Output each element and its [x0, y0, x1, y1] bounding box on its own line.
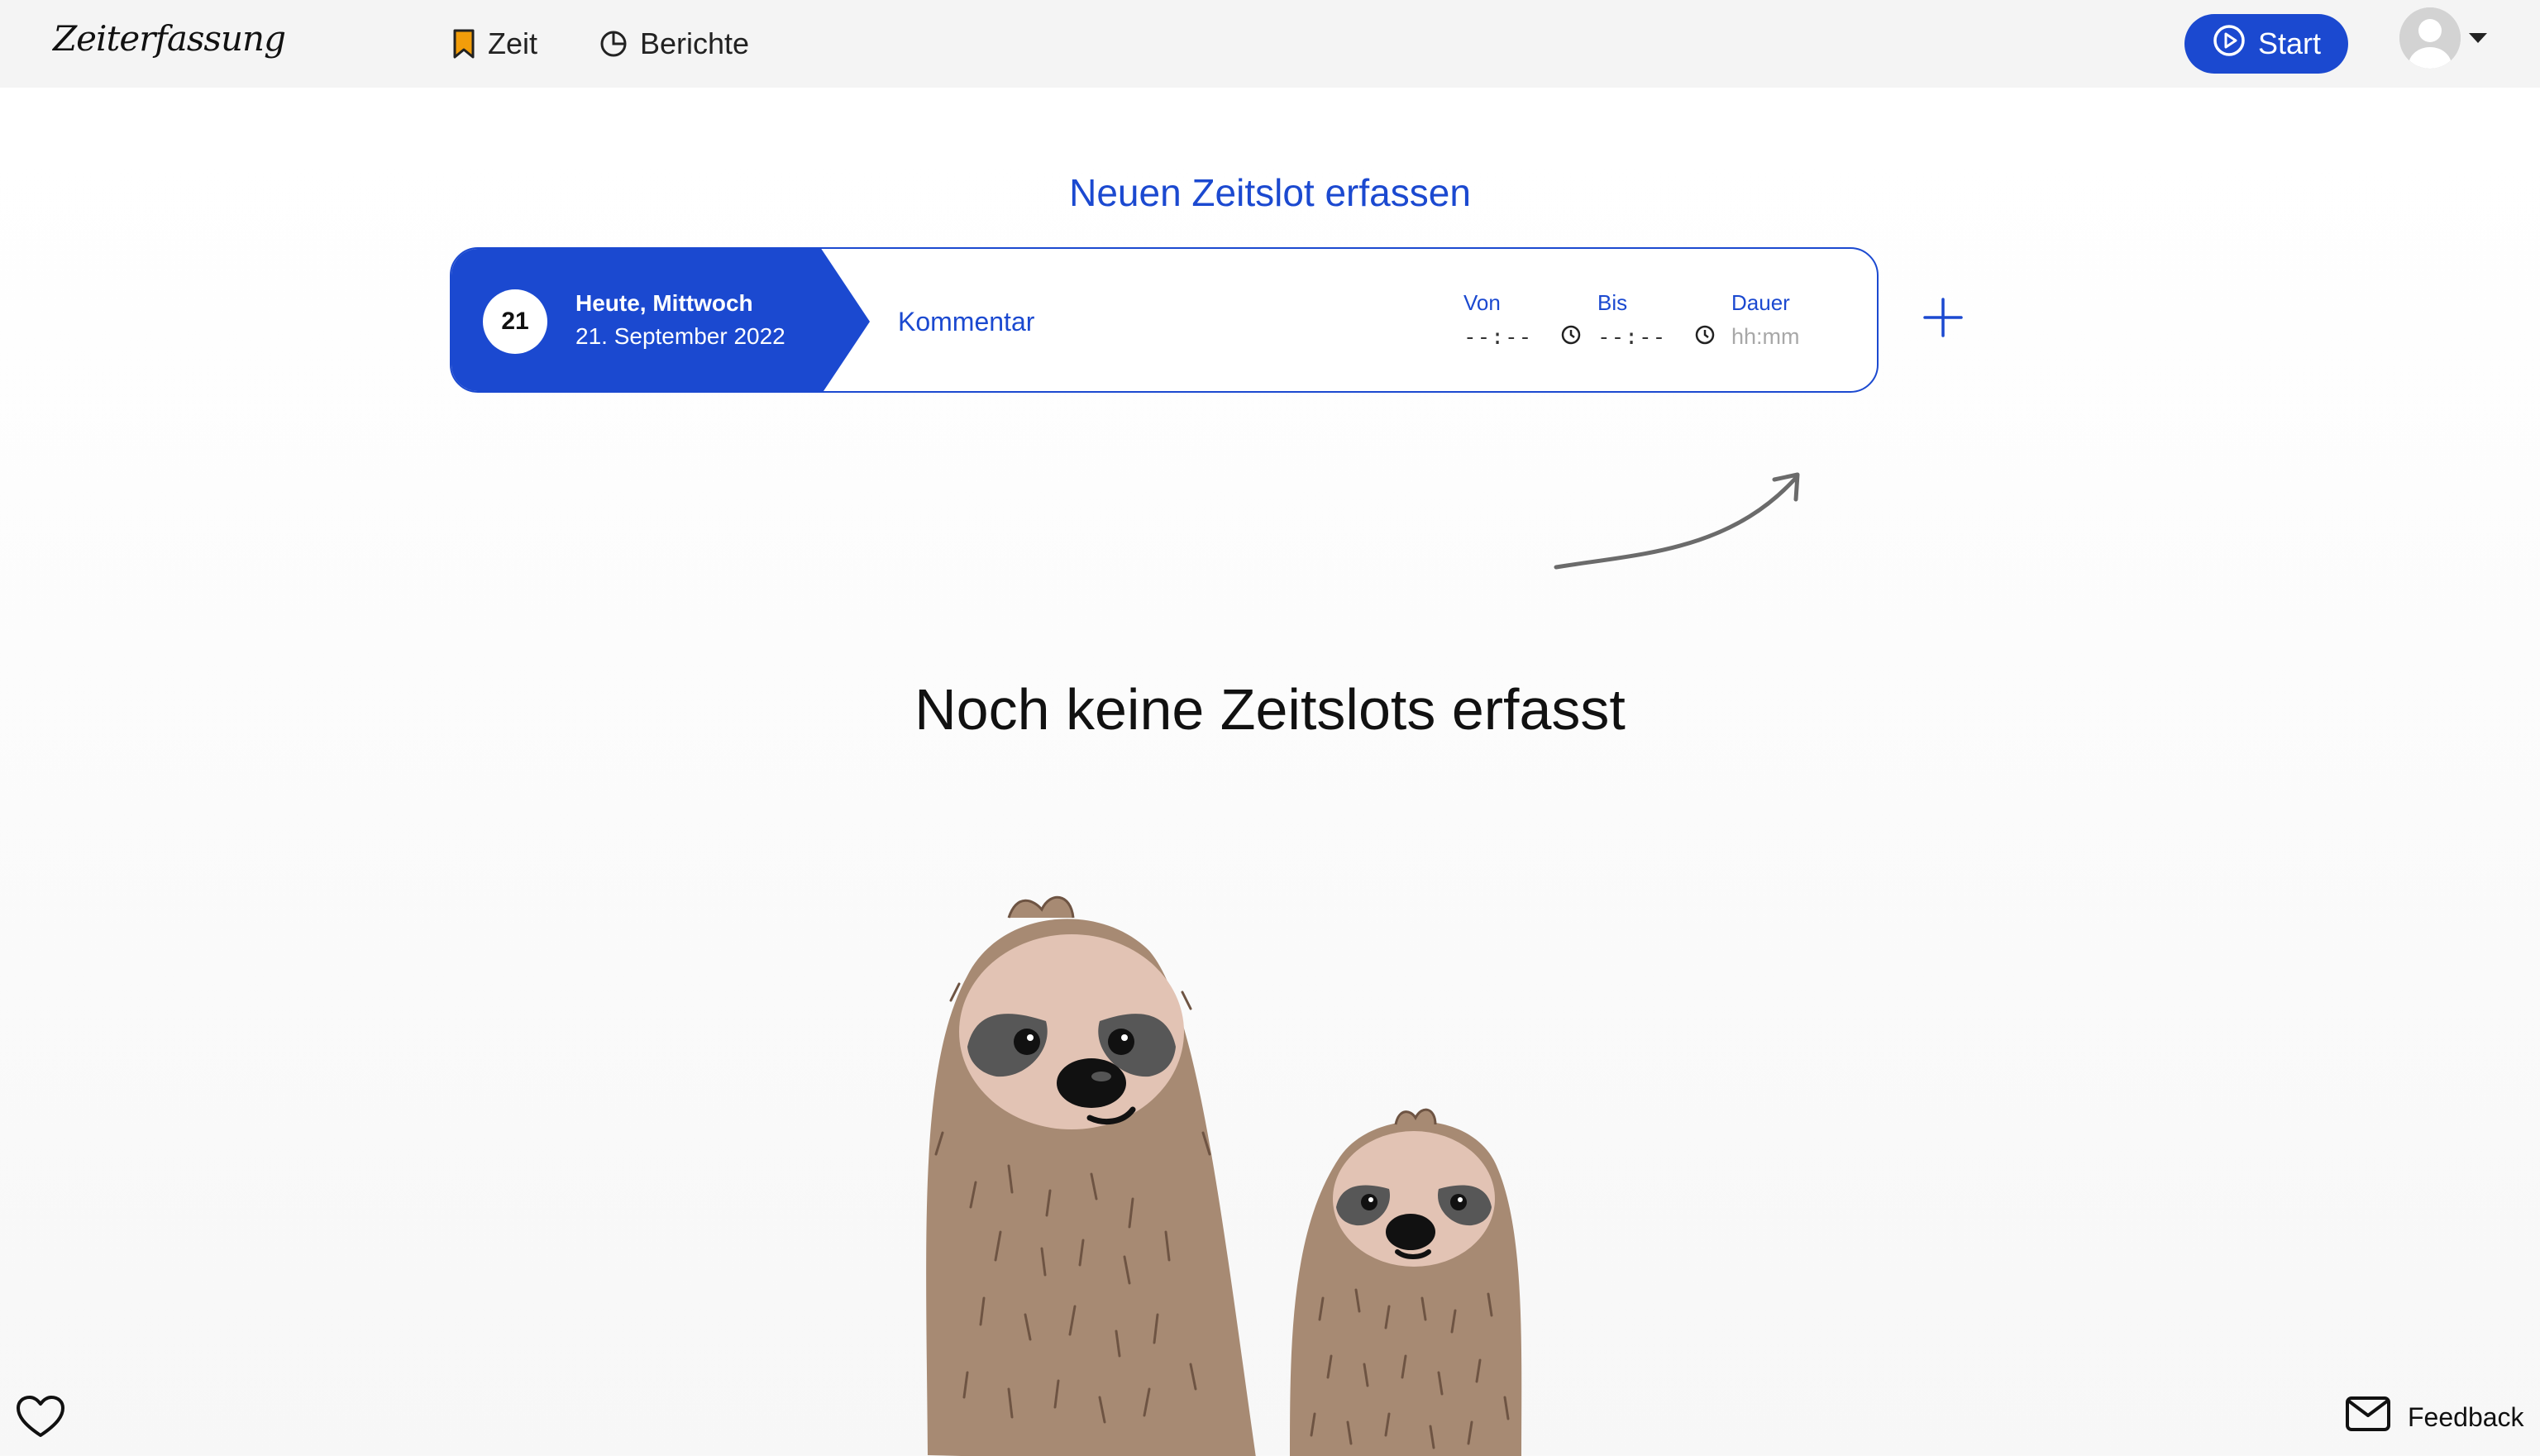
- duration-field[interactable]: Dauer: [1731, 290, 1831, 350]
- chevron-down-icon: [2469, 33, 2487, 43]
- add-timeslot-button[interactable]: [1922, 296, 1965, 339]
- from-time-value[interactable]: --:--: [1463, 325, 1532, 350]
- user-menu[interactable]: [2399, 7, 2487, 69]
- nav-item-zeit[interactable]: Zeit: [451, 23, 537, 64]
- duration-input[interactable]: [1731, 324, 1831, 350]
- sloth-illustration: [910, 885, 1571, 1456]
- nav-label: Zeit: [488, 26, 538, 60]
- start-label: Start: [2257, 26, 2322, 60]
- heart-icon[interactable]: [15, 1394, 66, 1444]
- top-navbar: Zeiterfassung Zeit Berichte Start: [0, 0, 2540, 88]
- from-time-field[interactable]: Von --:--: [1463, 290, 1582, 350]
- empty-state-title: Noch keine Zeitslots erfasst: [914, 677, 1626, 742]
- day-label: Heute, Mittwoch: [575, 290, 753, 316]
- app-logo[interactable]: Zeiterfassung: [53, 18, 286, 59]
- new-timeslot-form: 21 Heute, Mittwoch 21. September 2022 Vo…: [450, 247, 1879, 393]
- avatar: [2399, 7, 2461, 69]
- clock-icon[interactable]: [1560, 324, 1582, 350]
- date-picker[interactable]: 21 Heute, Mittwoch 21. September 2022: [451, 249, 870, 391]
- nav-label: Berichte: [640, 26, 750, 60]
- hint-arrow-icon: [1546, 463, 1811, 583]
- mail-icon: [2345, 1396, 2391, 1439]
- to-time-field[interactable]: Bis --:--: [1597, 290, 1716, 350]
- form-title: Neuen Zeitslot erfassen: [1069, 171, 1471, 214]
- day-number: 21: [483, 289, 547, 354]
- comment-input[interactable]: [898, 298, 1394, 345]
- bookmark-icon: [451, 29, 476, 59]
- clock-icon[interactable]: [1694, 324, 1716, 350]
- play-circle-icon: [2212, 23, 2246, 65]
- from-label: Von: [1463, 290, 1501, 315]
- to-label: Bis: [1597, 290, 1628, 315]
- feedback-label: Feedback: [2408, 1401, 2524, 1432]
- feedback-button[interactable]: Feedback: [2345, 1392, 2524, 1442]
- start-button[interactable]: Start: [2184, 14, 2348, 74]
- pie-chart-icon: [599, 29, 628, 59]
- nav-item-berichte[interactable]: Berichte: [599, 23, 749, 64]
- to-time-value[interactable]: --:--: [1597, 325, 1666, 350]
- date-label: 21. September 2022: [575, 323, 785, 349]
- duration-label: Dauer: [1731, 290, 1790, 315]
